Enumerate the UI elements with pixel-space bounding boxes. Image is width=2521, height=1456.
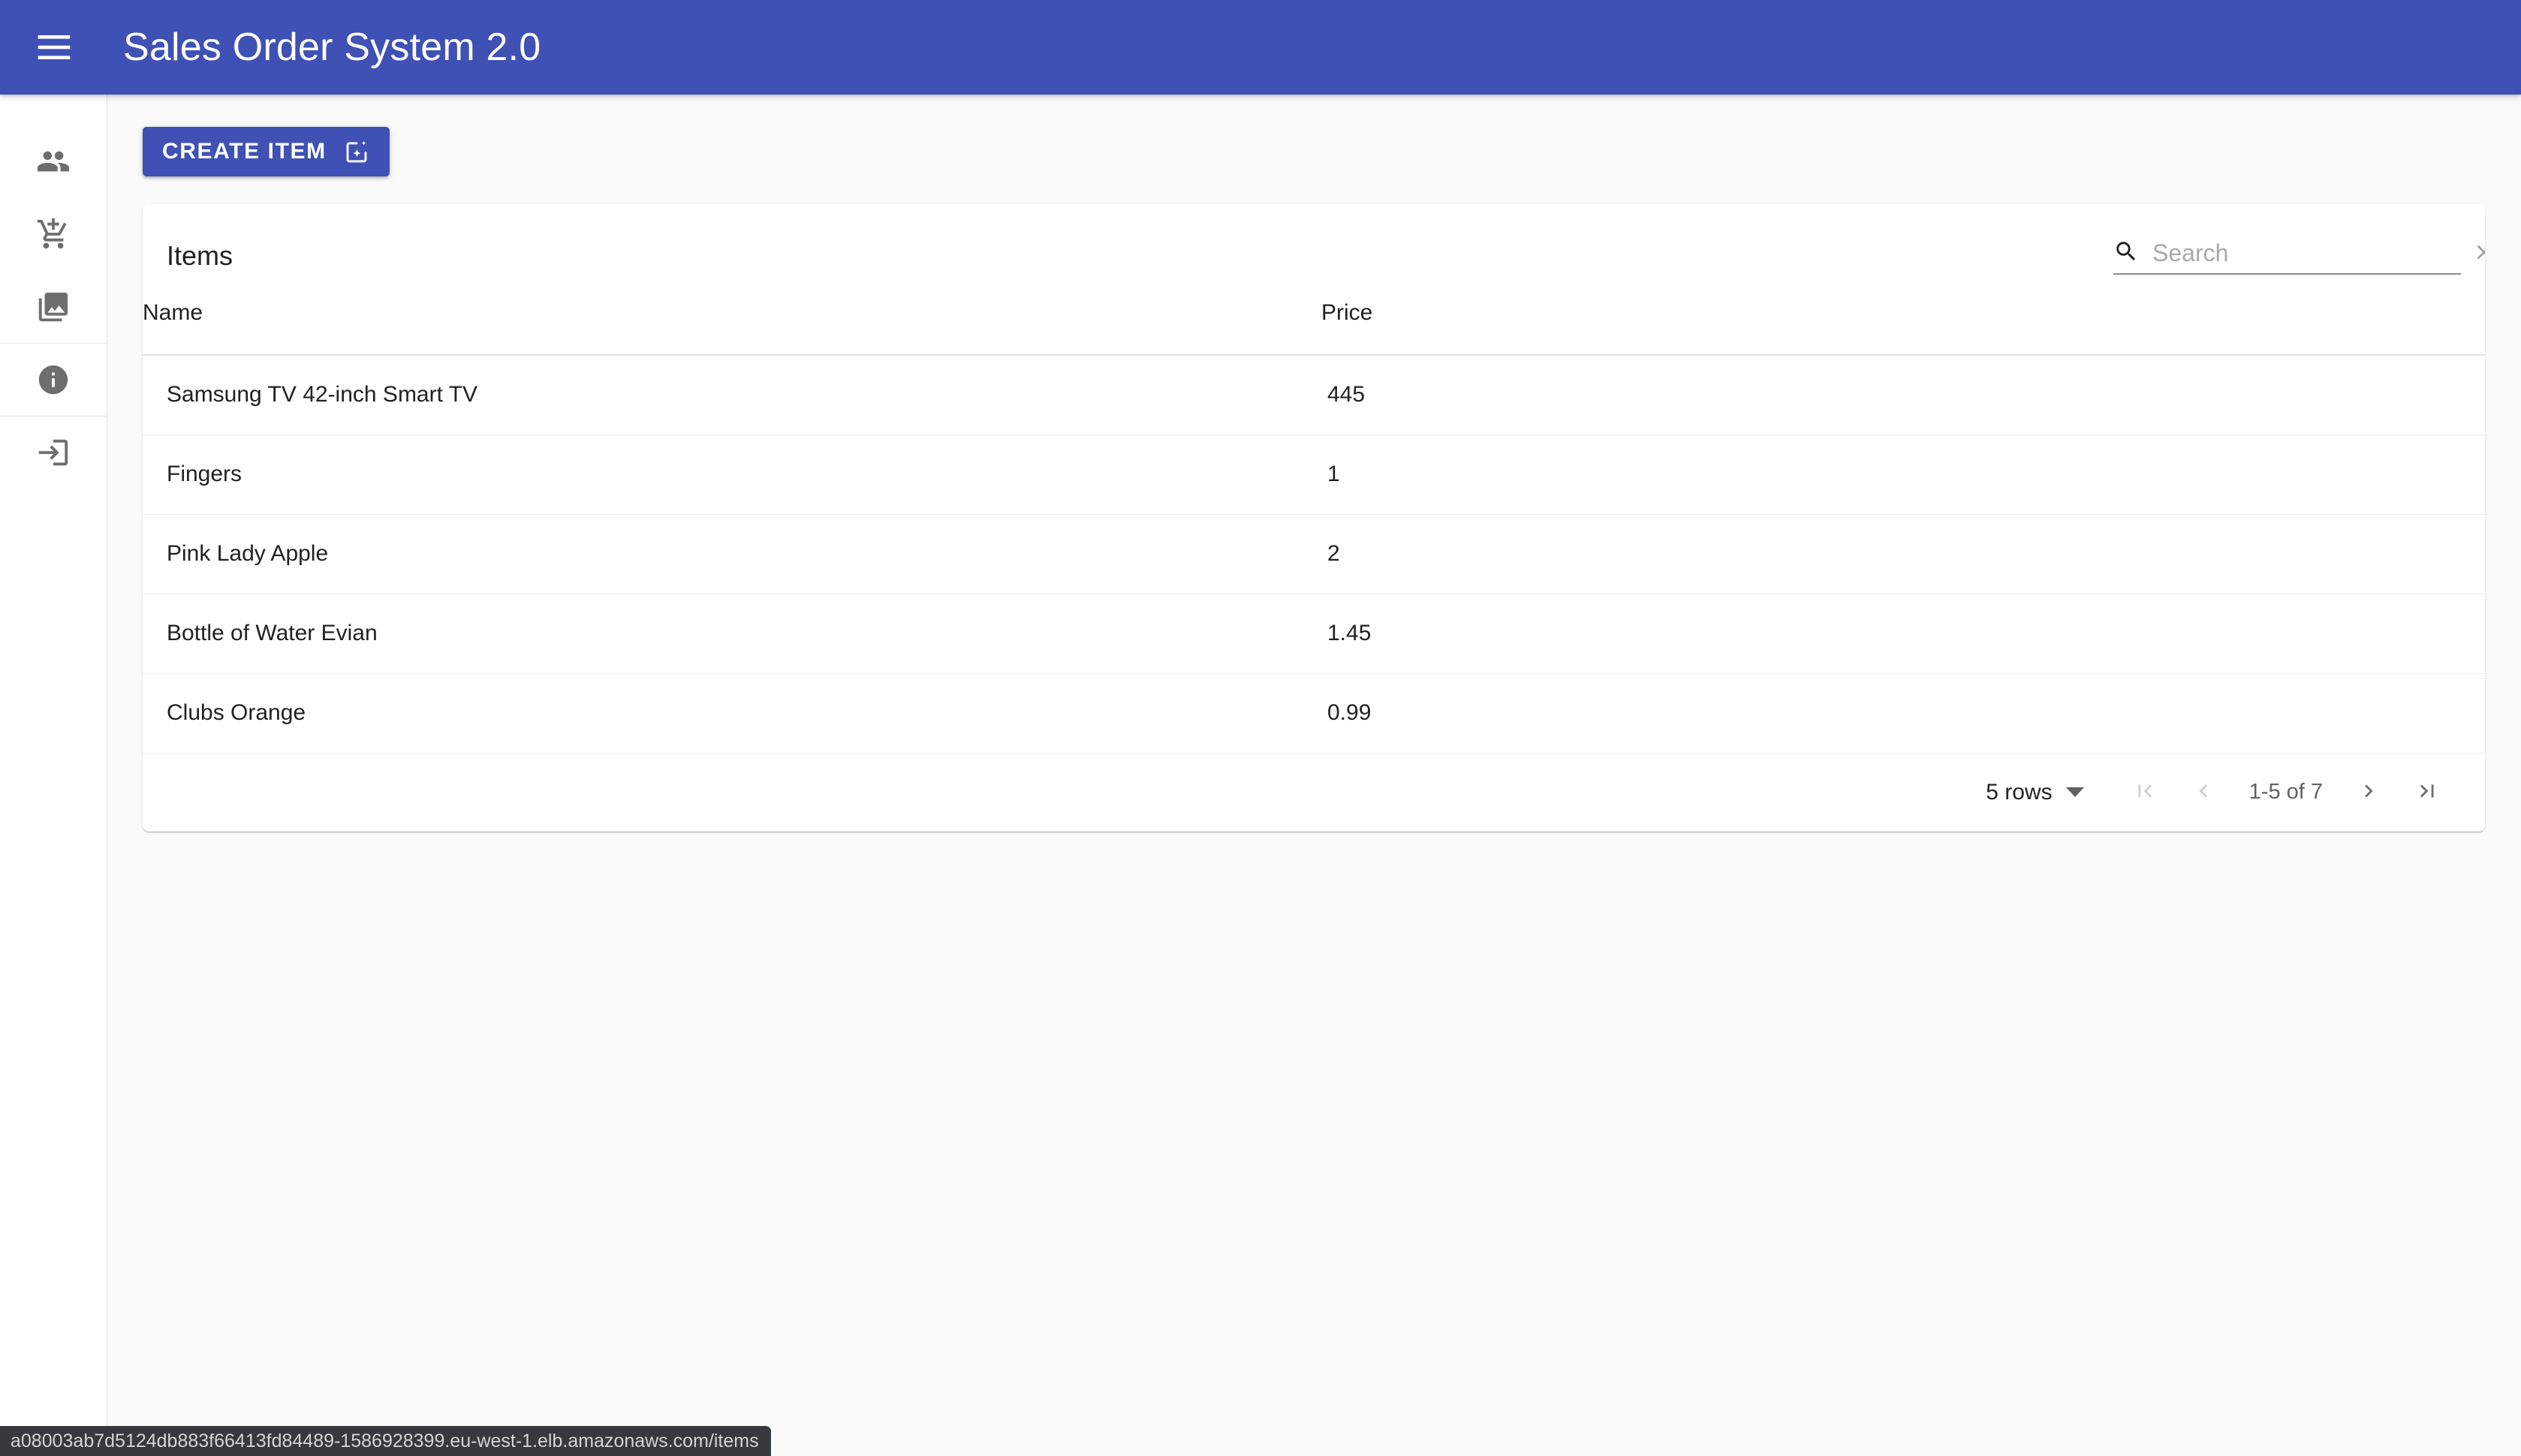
hamburger-menu-icon <box>37 35 71 59</box>
page-range-label: 1-5 of 7 <box>2248 780 2323 804</box>
login-icon <box>36 435 71 470</box>
cell-price: 2 <box>1321 514 2485 594</box>
cell-price: 1 <box>1321 435 2485 515</box>
create-item-label: CREATE ITEM <box>162 139 327 164</box>
cell-name: Samsung TV 42-inch Smart TV <box>143 355 1321 435</box>
first-page-icon <box>2132 778 2158 806</box>
cell-price: 445 <box>1321 355 2485 435</box>
table-head: Name Price <box>143 300 2485 356</box>
items-table: Name Price Samsung TV 42-inch Smart TV 4… <box>143 300 2485 754</box>
last-page-button[interactable] <box>2398 763 2456 822</box>
rows-per-page-select[interactable]: 5 rows <box>1986 779 2084 805</box>
search-icon <box>2113 239 2139 268</box>
table-row[interactable]: Bottle of Water Evian 1.45 <box>143 594 2485 674</box>
cell-price: 1.45 <box>1321 594 2485 674</box>
content-area: CREATE ITEM Items Search Name Price Sams… <box>107 95 2521 1456</box>
table-row[interactable]: Pink Lady Apple 2 <box>143 514 2485 594</box>
sidebar-item-login[interactable] <box>0 416 107 489</box>
close-icon <box>2472 240 2485 266</box>
cell-name: Pink Lady Apple <box>143 514 1321 594</box>
table-header-row: Name Price <box>143 300 2485 356</box>
info-icon <box>36 362 71 397</box>
cell-price: 0.99 <box>1321 673 2485 754</box>
chevron-right-icon <box>2356 778 2381 806</box>
table-body: Samsung TV 42-inch Smart TV 445 Fingers … <box>143 355 2485 754</box>
page-title: Sales Order System 2.0 <box>123 26 541 69</box>
sidebar-item-items[interactable] <box>0 270 107 343</box>
pagination-bar: 5 rows 1-5 of 7 <box>143 754 2485 832</box>
rows-per-page-label: 5 rows <box>1986 779 2053 805</box>
search-input[interactable] <box>2152 236 2468 270</box>
chevron-down-icon <box>2065 787 2084 797</box>
cell-name: Bottle of Water Evian <box>143 594 1321 674</box>
menu-button[interactable] <box>18 11 90 83</box>
previous-page-button[interactable] <box>2174 763 2233 822</box>
photo-library-icon <box>36 290 71 324</box>
table-row[interactable]: Samsung TV 42-inch Smart TV 445 <box>143 355 2485 435</box>
sidebar-item-customers[interactable] <box>0 125 107 197</box>
last-page-icon <box>2414 778 2440 806</box>
add-to-photos-sparkle-icon <box>343 138 370 165</box>
table-row[interactable]: Clubs Orange 0.99 <box>143 673 2485 754</box>
table-row[interactable]: Fingers 1 <box>143 435 2485 515</box>
next-page-button[interactable] <box>2339 763 2398 822</box>
first-page-button[interactable] <box>2116 763 2174 822</box>
cell-name: Fingers <box>143 435 1321 515</box>
items-card: Items Search Name Price Samsung TV 42-in… <box>143 204 2485 832</box>
sidebar-item-about[interactable] <box>0 343 107 416</box>
card-toolbar: Items <box>143 204 2485 300</box>
sidebar <box>0 95 107 1456</box>
app-bar: Sales Order System 2.0 <box>0 0 2521 95</box>
sidebar-item-orders[interactable] <box>0 197 107 270</box>
chevron-left-icon <box>2191 778 2216 806</box>
card-title: Items <box>167 240 233 271</box>
search-field[interactable] <box>2113 233 2485 275</box>
create-item-button[interactable]: CREATE ITEM <box>143 127 390 176</box>
cell-name: Clubs Orange <box>143 673 1321 754</box>
status-bar-url: a08003ab7d5124db883f66413fd84489-1586928… <box>0 1426 771 1456</box>
clear-search-button[interactable] <box>2468 236 2485 269</box>
add-shopping-cart-icon <box>36 217 71 251</box>
people-icon <box>36 144 71 179</box>
column-header-name[interactable]: Name <box>143 300 1321 356</box>
column-header-price[interactable]: Price <box>1321 300 2485 356</box>
